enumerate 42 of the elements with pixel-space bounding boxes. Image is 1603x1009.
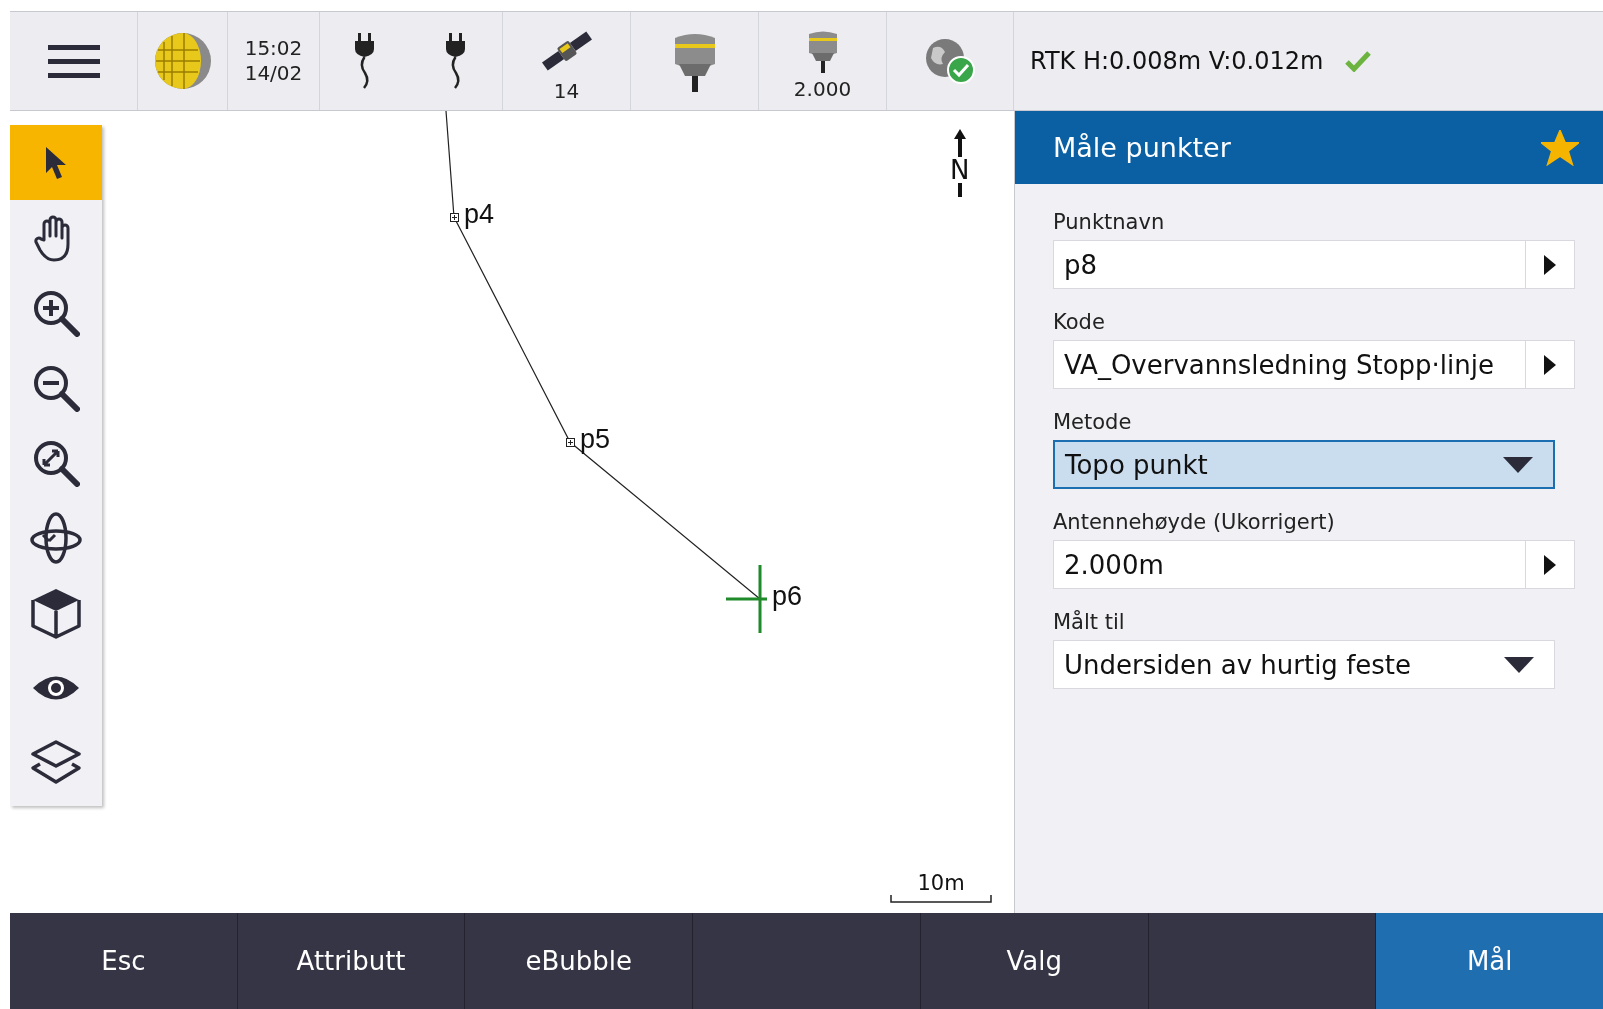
arrow-right-icon[interactable] [1544, 554, 1556, 575]
point-marker[interactable] [450, 213, 459, 222]
check-icon [1345, 50, 1372, 72]
zoom-out-icon [32, 363, 80, 412]
field-label: Metode [1053, 409, 1133, 436]
arrow-right-icon[interactable] [1544, 354, 1556, 375]
satellite-count: 14 [553, 78, 580, 104]
time-text: 15:02 [244, 36, 303, 61]
caret-down-icon [1504, 656, 1534, 673]
scale-label: 10m [917, 871, 965, 895]
point-marker[interactable] [566, 438, 575, 447]
zoom-in-icon [32, 288, 80, 337]
field-label: Punktnavn [1053, 209, 1166, 236]
softkey-button[interactable]: Mål [1376, 913, 1603, 1009]
dropdown[interactable]: Undersiden av hurtig feste [1053, 640, 1555, 689]
panel-title: Måle punkter [1053, 132, 1231, 163]
north-tick-icon [956, 183, 963, 197]
zoom-extents-icon [32, 438, 80, 487]
north-arrow-icon [953, 129, 966, 157]
globe-check-icon[interactable] [925, 38, 975, 84]
point-label: p5 [580, 424, 611, 455]
input-field[interactable]: 2.000m [1053, 540, 1575, 589]
caret-down-icon [1503, 456, 1533, 473]
orbit-icon [29, 510, 83, 565]
input-field[interactable]: VA_Overvannsledning Stopp·linje [1053, 340, 1575, 389]
point-label: p4 [464, 199, 495, 230]
input-field[interactable]: p8 [1053, 240, 1575, 289]
point-label: p6 [772, 581, 803, 612]
antenna-height-value: 2.000 [793, 76, 852, 102]
field-label: Antennehøyde (Ukorrigert) [1053, 509, 1336, 536]
map-tool-button[interactable] [10, 125, 102, 200]
arrow-right-icon[interactable] [1544, 254, 1556, 275]
dropdown[interactable]: Topo punkt [1053, 440, 1555, 489]
layers-icon [30, 738, 82, 787]
menu-icon[interactable] [47, 43, 100, 79]
precision-status: RTK H:0.008m V:0.012m [1030, 47, 1324, 75]
star-icon[interactable] [1541, 129, 1579, 166]
field-label: Kode [1053, 309, 1106, 336]
north-label: N [950, 157, 970, 183]
globe-icon[interactable] [153, 32, 212, 90]
date-text: 14/02 [244, 61, 303, 86]
field-label: Målt til [1053, 609, 1126, 636]
